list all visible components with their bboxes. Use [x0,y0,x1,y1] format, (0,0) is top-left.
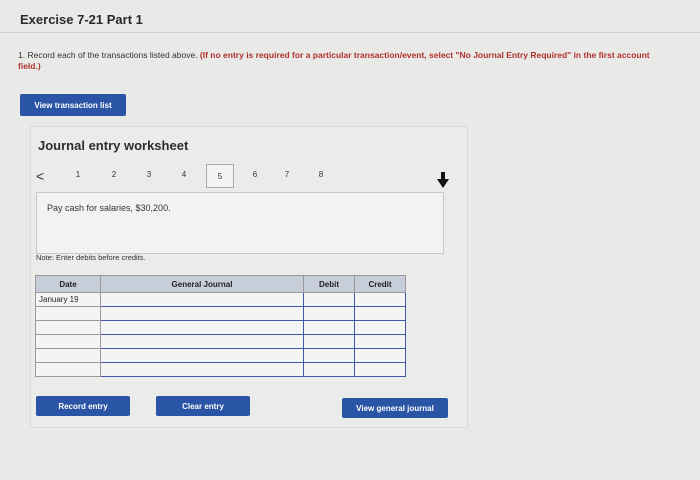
date-cell [35,348,101,363]
debits-note: Note: Enter debits before credits. [36,253,146,262]
date-header: Date [35,275,101,293]
credit-field[interactable] [354,306,406,321]
date-cell: January 19 [35,292,101,307]
previous-page-arrow-icon[interactable]: < [36,168,44,184]
page-tab-5-active[interactable]: 5 [206,164,234,188]
clear-entry-button[interactable]: Clear entry [156,396,250,416]
instructions: 1. Record each of the transactions liste… [18,50,668,72]
credit-field[interactable] [354,292,406,307]
transaction-description: Pay cash for salaries, $30,200. [47,203,171,213]
table-row [35,362,406,377]
debit-field[interactable] [303,292,355,307]
table-row [35,306,406,321]
debit-field[interactable] [303,348,355,363]
credit-field[interactable] [354,348,406,363]
account-field[interactable] [100,348,304,363]
page-tab-4[interactable]: 4 [177,170,191,179]
date-cell [35,306,101,321]
debit-header: Debit [303,275,355,293]
credit-field[interactable] [354,334,406,349]
page-tab-7[interactable]: 7 [280,170,294,179]
page-tab-2[interactable]: 2 [107,170,121,179]
page-tab-3[interactable]: 3 [142,170,156,179]
debit-field[interactable] [303,362,355,377]
general-journal-header: General Journal [100,275,304,293]
account-field[interactable] [100,306,304,321]
worksheet-title: Journal entry worksheet [38,138,189,153]
account-field[interactable] [100,320,304,335]
transaction-description-box: Pay cash for salaries, $30,200. [36,192,444,254]
page-tab-1[interactable]: 1 [71,170,85,179]
date-cell [35,362,101,377]
date-cell [35,334,101,349]
header-divider [0,32,700,33]
account-field[interactable] [100,362,304,377]
mouse-cursor-icon [436,172,450,193]
credit-field[interactable] [354,320,406,335]
journal-table: Date General Journal Debit Credit Januar… [35,275,406,377]
table-row [35,334,406,349]
page-title: Exercise 7-21 Part 1 [20,12,143,27]
page-tab-6[interactable]: 6 [248,170,262,179]
table-row: January 19 [35,292,406,307]
account-field[interactable] [100,292,304,307]
table-row [35,320,406,335]
debit-field[interactable] [303,320,355,335]
debit-field[interactable] [303,306,355,321]
account-field[interactable] [100,334,304,349]
view-general-journal-button[interactable]: View general journal [342,398,448,418]
journal-header-row: Date General Journal Debit Credit [35,275,406,293]
credit-field[interactable] [354,362,406,377]
date-cell [35,320,101,335]
credit-header: Credit [354,275,406,293]
view-transaction-list-button[interactable]: View transaction list [20,94,126,116]
debit-field[interactable] [303,334,355,349]
page-tab-8[interactable]: 8 [314,170,328,179]
table-row [35,348,406,363]
instruction-lead: 1. Record each of the transactions liste… [18,50,200,60]
record-entry-button[interactable]: Record entry [36,396,130,416]
